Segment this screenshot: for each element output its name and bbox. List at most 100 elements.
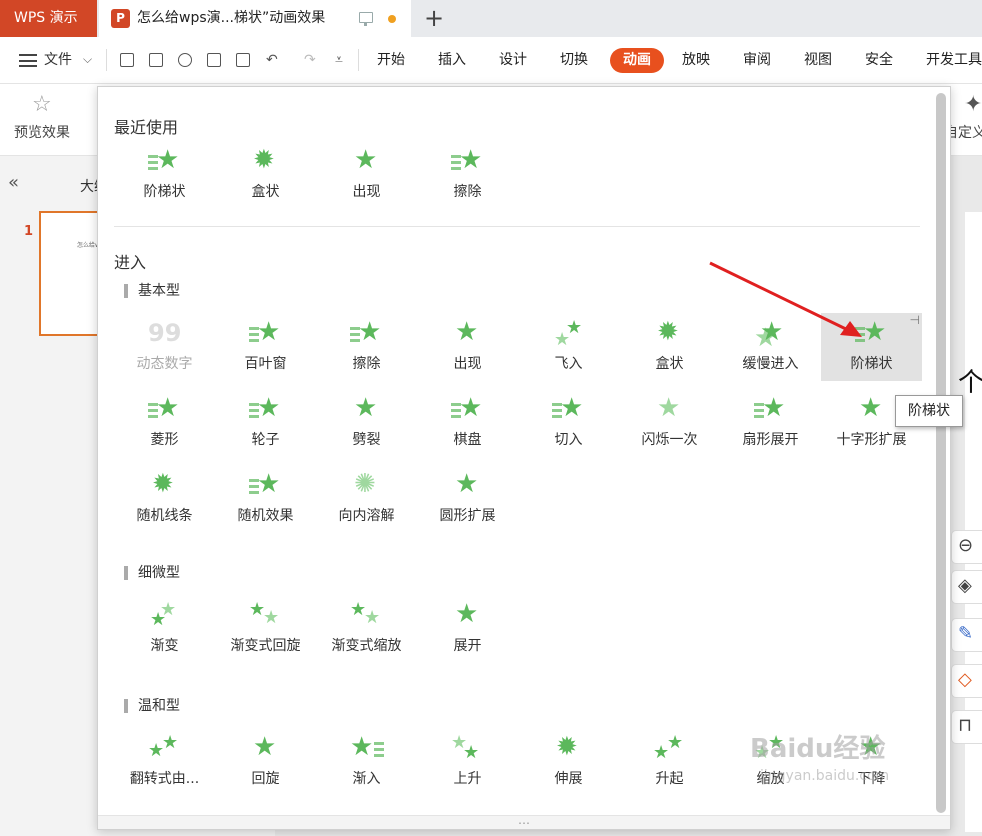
- tab-animation[interactable]: 动画: [610, 48, 664, 73]
- effect-label: 向内溶解: [338, 508, 395, 524]
- fade-star-icon: ★ ★: [150, 599, 177, 630]
- dropdown-scrollbar[interactable]: [936, 93, 946, 813]
- effect-ascend[interactable]: ★ ★ 升起: [619, 728, 720, 796]
- dissolve-star-icon: ✺: [354, 469, 376, 499]
- effect-label: 出现: [352, 184, 381, 200]
- effect-label: 升起: [655, 771, 684, 787]
- number-99-icon: 99: [148, 319, 182, 347]
- effect-label: 擦除: [352, 356, 381, 372]
- slide-number: 1: [24, 224, 34, 239]
- effect-label: 菱形: [150, 432, 179, 448]
- preview-effect-button[interactable]: 预览效果: [14, 122, 70, 142]
- effect-box[interactable]: ✹ 盒状: [215, 141, 316, 209]
- resize-handle[interactable]: …: [98, 814, 950, 829]
- effect-fade-zoom[interactable]: ★ ★ 渐变式缩放: [316, 595, 417, 663]
- effect-flip[interactable]: ★ ★ 翻转式由...: [114, 728, 215, 796]
- fan-star-icon: ★: [754, 395, 788, 425]
- chevron-down-icon[interactable]: ⌵: [83, 52, 92, 67]
- paint-bucket-icon: ◇: [958, 669, 972, 690]
- effect-ease-in[interactable]: ★ 渐入: [316, 728, 417, 796]
- effect-label: 出现: [453, 356, 482, 372]
- effect-checkerboard[interactable]: ★ 棋盘: [417, 389, 518, 457]
- layers-button[interactable]: ◈: [951, 570, 982, 604]
- customize-toolbar-icon[interactable]: ⩡: [335, 37, 343, 84]
- split-star-icon: ★: [354, 393, 378, 423]
- print-icon[interactable]: [207, 53, 221, 67]
- effect-fan[interactable]: ★ 扇形展开: [720, 389, 821, 457]
- ease-in-star-icon: ★: [350, 734, 384, 764]
- tab-transition[interactable]: 切换: [560, 37, 588, 84]
- fly-in-star-icon: ★ ★: [554, 317, 583, 350]
- tab-slideshow[interactable]: 放映: [682, 37, 710, 84]
- effect-staircase[interactable]: ★ 阶梯状: [114, 141, 215, 209]
- effect-fly-in[interactable]: ★ ★ 飞入: [518, 313, 619, 381]
- new-tab-plus-icon[interactable]: +: [424, 3, 444, 33]
- pin-icon[interactable]: ⊣: [910, 313, 920, 327]
- effect-flash-once[interactable]: ★ 闪烁一次: [619, 389, 720, 457]
- preview-star-icon[interactable]: ☆: [32, 92, 52, 117]
- stretch-star-icon: ✹: [556, 732, 578, 762]
- effect-fade-swivel[interactable]: ★ ★ 渐变式回旋: [215, 595, 316, 663]
- effect-label: 翻转式由...: [129, 771, 200, 787]
- app-brand-tab[interactable]: WPS 演示: [0, 0, 97, 37]
- frame-button[interactable]: ⊓: [951, 710, 982, 744]
- diamond-star-icon: ★: [148, 395, 182, 425]
- effect-stretch[interactable]: ✹ 伸展: [518, 728, 619, 796]
- tab-developer[interactable]: 开发工具: [926, 37, 982, 84]
- tab-security[interactable]: 安全: [865, 37, 893, 84]
- hamburger-menu-icon[interactable]: [19, 54, 37, 67]
- effect-label: 渐入: [352, 771, 381, 787]
- format-painter-icon[interactable]: [178, 53, 192, 67]
- effect-wipe[interactable]: ★ 擦除: [417, 141, 518, 209]
- expand-star-icon: ★: [455, 599, 479, 629]
- effect-label: 渐变: [150, 638, 179, 654]
- effect-wheel[interactable]: ★ 轮子: [215, 389, 316, 457]
- effect-appear[interactable]: ★ 出现: [316, 141, 417, 209]
- effect-appear[interactable]: ★ 出现: [417, 313, 518, 381]
- effect-cut-in[interactable]: ★ 切入: [518, 389, 619, 457]
- frame-icon: ⊓: [958, 715, 973, 736]
- tab-insert[interactable]: 插入: [438, 37, 466, 84]
- effect-label: 伸展: [554, 771, 583, 787]
- effect-dissolve-in[interactable]: ✺ 向内溶解: [316, 465, 417, 533]
- file-menu[interactable]: 文件: [44, 37, 72, 84]
- effect-random[interactable]: ★ 随机效果: [215, 465, 316, 533]
- effect-label: 劈裂: [352, 432, 381, 448]
- tab-design[interactable]: 设计: [499, 37, 527, 84]
- effect-label: 渐变式缩放: [331, 638, 402, 654]
- monitor-icon[interactable]: [359, 12, 373, 26]
- effect-label: 回旋: [251, 771, 280, 787]
- effect-rise[interactable]: ★ ★ 上升: [417, 728, 518, 796]
- effect-random-bars[interactable]: ✹ 随机线条: [114, 465, 215, 533]
- wipe-star-icon: ★: [451, 147, 485, 177]
- redo-icon[interactable]: ↷: [304, 37, 316, 84]
- effect-fade[interactable]: ★ ★ 渐变: [114, 595, 215, 663]
- effect-label: 闪烁一次: [641, 432, 698, 448]
- effect-dynamic-number[interactable]: 99 动态数字: [114, 313, 215, 381]
- effect-circle[interactable]: ★ 圆形扩展: [417, 465, 518, 533]
- document-tab[interactable]: P 怎么给wps演...梯状”动画效果: [99, 0, 411, 37]
- slide-thumbnail[interactable]: 怎么给wps演示: [39, 211, 119, 336]
- tab-start[interactable]: 开始: [377, 37, 405, 84]
- effect-swivel[interactable]: ★ 回旋: [215, 728, 316, 796]
- cut-in-star-icon: ★: [552, 395, 586, 425]
- tab-view[interactable]: 视图: [804, 37, 832, 84]
- effect-expand[interactable]: ★ 展开: [417, 595, 518, 663]
- brush-button[interactable]: ✎: [951, 618, 982, 652]
- effect-diamond[interactable]: ★ 菱形: [114, 389, 215, 457]
- undo-icon[interactable]: ↶: [266, 37, 278, 84]
- fill-button[interactable]: ◇: [951, 664, 982, 698]
- divider: [358, 49, 359, 71]
- print-preview-icon[interactable]: [236, 53, 250, 67]
- custom-animation-icon[interactable]: ✦: [964, 92, 982, 117]
- swivel-star-icon: ★: [253, 732, 277, 762]
- save-icon[interactable]: [149, 53, 163, 67]
- collapse-panel-icon[interactable]: «: [8, 172, 19, 193]
- zoom-out-button[interactable]: ⊖: [951, 530, 982, 564]
- effect-blinds[interactable]: ★ 百叶窗: [215, 313, 316, 381]
- effect-split[interactable]: ★ 劈裂: [316, 389, 417, 457]
- tab-review[interactable]: 审阅: [743, 37, 771, 84]
- basic-subsection-title: 基本型: [124, 284, 180, 298]
- effect-wipe[interactable]: ★ 擦除: [316, 313, 417, 381]
- open-folder-icon[interactable]: [120, 53, 134, 67]
